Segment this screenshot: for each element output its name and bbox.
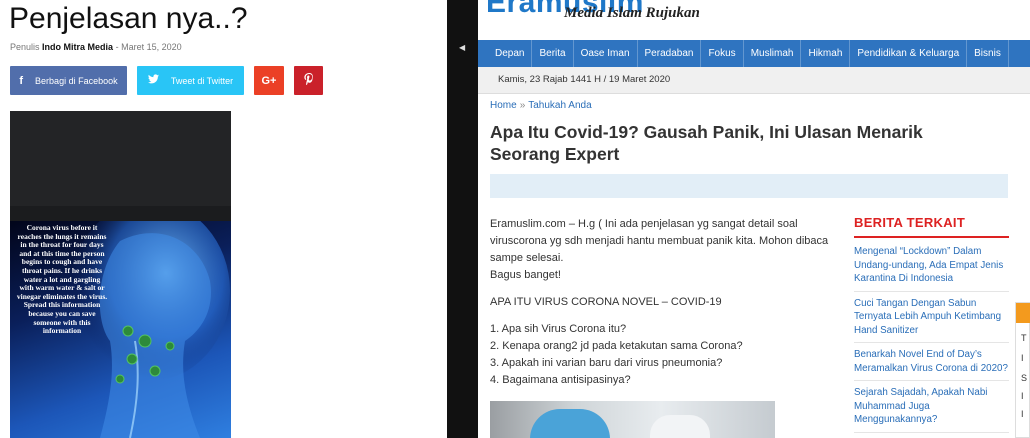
site-tagline: Media Islam Rujukan [564, 5, 700, 21]
side-widget-letter: T [1021, 333, 1027, 343]
related-news-item[interactable]: Benarkah Novel End of Day’s Meramalkan V… [854, 343, 1009, 381]
breadcrumb-separator: » [519, 100, 526, 111]
list-item: 4. Bagaimana antisipasinya? [490, 374, 631, 386]
clipped-side-widget: T I S I I [1015, 302, 1030, 438]
nav-item-peradaban[interactable]: Peradaban [638, 40, 702, 67]
nav-item-berita[interactable]: Berita [532, 40, 574, 67]
left-article-pane: Penjelasan nya..? Penulis Indo Mitra Med… [0, 0, 447, 438]
breadcrumb-home[interactable]: Home [490, 100, 517, 111]
share-googleplus-button[interactable]: G+ [254, 66, 284, 95]
related-news-item[interactable]: Sejarah Sajadah, Apakah Nabi Muhammad Ju… [854, 381, 1009, 433]
related-news-item[interactable]: Cuci Tangan Dengan Sabun Ternyata Lebih … [854, 292, 1009, 343]
related-news-heading: BERITA TERKAIT [854, 215, 1009, 238]
author-link[interactable]: Indo Mitra Media [42, 42, 113, 52]
nav-item-fokus[interactable]: Fokus [701, 40, 744, 67]
publish-date: Maret 15, 2020 [121, 42, 182, 52]
body-intro: Eramuslim.com – H.g ( Ini ada penjelasan… [490, 218, 829, 264]
side-widget-letter: I [1021, 409, 1024, 419]
nav-item-hikmah[interactable]: Hikmah [801, 40, 851, 67]
meta-separator: - [115, 42, 119, 52]
nav-item-depan[interactable]: Depan [488, 40, 533, 67]
side-widget-letter: I [1021, 353, 1024, 363]
body-heading: APA ITU VIRUS CORONA NOVEL – COVID-19 [490, 296, 722, 308]
side-widget-letter: I [1021, 391, 1024, 401]
google-plus-icon: G+ [261, 74, 277, 87]
pinterest-icon [303, 73, 314, 88]
current-date: Kamis, 23 Rajab 1441 H / 19 Maret 2020 [498, 74, 671, 85]
photo-coat-shape [650, 415, 710, 438]
image-caption: Corona virus before it reaches the lungs… [16, 223, 108, 336]
resize-handle-icon[interactable]: ◀ [459, 43, 465, 52]
share-pinterest-button[interactable] [294, 66, 323, 95]
side-widget-accent [1016, 303, 1030, 323]
list-item: 3. Apakah ini varian baru dari virus pne… [490, 357, 723, 369]
side-widget-letter: S [1021, 373, 1028, 383]
infographic-image: Corona virus before it reaches the lungs… [10, 111, 231, 438]
breadcrumb-section[interactable]: Tahukah Anda [528, 100, 591, 111]
list-item: 2. Kenapa orang2 jd pada ketakutan sama … [490, 340, 743, 352]
image-top-band [10, 206, 231, 221]
nav-item-bisnis[interactable]: Bisnis [967, 40, 1009, 67]
share-facebook-label: Berbagi di Facebook [35, 75, 118, 86]
share-twitter-label: Tweet di Twitter [170, 75, 234, 86]
question-list: 1. Apa sih Virus Corona itu? 2. Kenapa o… [490, 321, 830, 389]
related-news-sidebar: BERITA TERKAIT Mengenal “Lockdown” Dalam… [854, 215, 1009, 433]
author-prefix: Penulis [10, 42, 40, 52]
body-intro-2: Bagus banget! [490, 269, 561, 281]
facebook-icon: f [19, 74, 24, 87]
photo-glove-shape [530, 409, 610, 438]
related-news-item[interactable]: Mengenal “Lockdown” Dalam Undang-undang,… [854, 238, 1009, 292]
article-headline: Apa Itu Covid-19? Gausah Panik, Ini Ulas… [490, 122, 923, 164]
nav-item-oase-iman[interactable]: Oase Iman [574, 40, 638, 67]
throat-illustration: Corona virus before it reaches the lungs… [10, 221, 231, 438]
nav-item-pendidikan-keluarga[interactable]: Pendidikan & Keluarga [850, 40, 968, 67]
article-photo [490, 401, 775, 438]
article-body: Eramuslim.com – H.g ( Ini ada penjelasan… [490, 216, 830, 389]
list-item: 1. Apa sih Virus Corona itu? [490, 323, 627, 335]
split-divider[interactable]: ◀ [447, 0, 478, 438]
ad-placeholder [490, 174, 1008, 198]
share-facebook-button[interactable]: f Berbagi di Facebook [10, 66, 127, 95]
share-twitter-button[interactable]: Tweet di Twitter [137, 66, 244, 95]
twitter-icon [147, 74, 159, 87]
date-bar: Kamis, 23 Rajab 1441 H / 19 Maret 2020 [478, 67, 1030, 94]
right-article-pane: Eramuslim Media Islam Rujukan Depan Beri… [478, 0, 1030, 438]
nav-item-muslimah[interactable]: Muslimah [744, 40, 802, 67]
breadcrumb: Home» Tahukah Anda [490, 100, 592, 111]
article-meta: Penulis Indo Mitra Media - Maret 15, 202… [10, 42, 182, 52]
main-nav: Depan Berita Oase Iman Peradaban Fokus M… [478, 40, 1030, 67]
article-title: Penjelasan nya..? [9, 2, 248, 35]
